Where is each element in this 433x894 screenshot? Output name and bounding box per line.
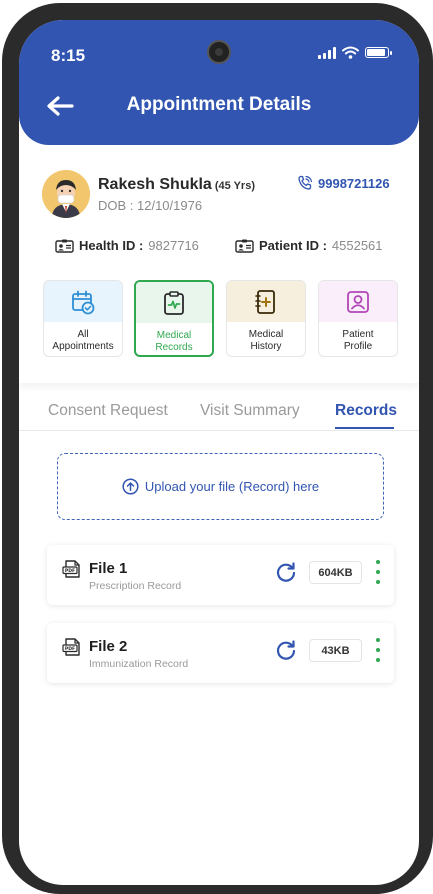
pdf-icon: PDF: [62, 638, 80, 656]
id-card-icon: [235, 239, 254, 253]
wifi-icon: [342, 46, 359, 59]
tab-visit-summary[interactable]: Visit Summary: [200, 402, 300, 420]
patient-id: Patient ID : 4552561: [235, 238, 383, 253]
refresh-icon[interactable]: [275, 639, 297, 661]
page-title: Appointment Details: [126, 94, 312, 115]
tile-medical-records[interactable]: Medical Records: [134, 280, 214, 357]
upload-icon: [122, 478, 139, 495]
patient-id-value: 4552561: [331, 238, 383, 253]
profile-card-icon: [347, 290, 369, 313]
phone-call-icon: [298, 175, 313, 190]
file-name: File 2: [89, 638, 128, 655]
patient-id-label: Patient ID :: [259, 238, 327, 253]
tab-consent-request[interactable]: Consent Request: [48, 402, 168, 420]
tile-all-appointments[interactable]: All Appointments: [43, 280, 123, 357]
file-size: 43KB: [309, 639, 362, 662]
pdf-icon: PDF: [62, 560, 80, 578]
file-row[interactable]: PDF File 1 Prescription Record 604KB: [47, 545, 394, 605]
svg-text:PDF: PDF: [65, 568, 75, 574]
health-id: Health ID : 9827716: [55, 238, 199, 253]
patient-age: (45 Yrs): [214, 180, 255, 192]
more-options-icon[interactable]: [371, 560, 385, 584]
tile-medical-history[interactable]: Medical History: [226, 280, 306, 357]
file-row[interactable]: PDF File 2 Immunization Record 43KB: [47, 623, 394, 683]
call-patient-link[interactable]: 9998721126: [297, 175, 390, 191]
battery-icon: [365, 47, 392, 58]
id-card-icon: [55, 239, 74, 253]
upload-label: Upload your file (Record) here: [144, 479, 320, 494]
phone-screen: 8:15 Appointment Details Rakesh Shukla (…: [19, 20, 419, 885]
phone-number: 9998721126: [318, 175, 390, 191]
file-name: File 1: [89, 560, 128, 577]
medical-book-icon: [255, 289, 275, 314]
status-time: 8:15: [51, 46, 86, 65]
status-icons: [318, 46, 392, 59]
avatar: [42, 170, 90, 218]
patient-name: Rakesh Shukla (45 Yrs): [98, 176, 255, 193]
file-size: 604KB: [309, 561, 362, 584]
active-tab-indicator: [335, 427, 394, 429]
upload-record-button[interactable]: Upload your file (Record) here: [57, 453, 384, 520]
tile-label: Medical History: [248, 329, 284, 352]
refresh-icon[interactable]: [275, 561, 297, 583]
camera-notch: [207, 40, 231, 64]
patient-card: Rakesh Shukla (45 Yrs) DOB : 12/10/1976 9…: [19, 145, 419, 383]
tab-bar: Consent Request Visit Summary Records: [19, 402, 419, 431]
app-header: 8:15 Appointment Details: [19, 20, 419, 145]
phone-frame: 8:15 Appointment Details Rakesh Shukla (…: [2, 3, 433, 894]
tile-label: Medical Records: [155, 330, 193, 353]
tile-patient-profile[interactable]: Patient Profile: [318, 280, 398, 357]
patient-dob: DOB : 12/10/1976: [98, 198, 203, 213]
file-type: Immunization Record: [89, 658, 189, 670]
health-id-label: Health ID :: [79, 238, 144, 253]
more-options-icon[interactable]: [371, 638, 385, 662]
svg-text:PDF: PDF: [65, 646, 75, 652]
tab-records[interactable]: Records: [335, 402, 397, 420]
clipboard-pulse-icon: [164, 290, 184, 315]
calendar-check-icon: [72, 290, 95, 314]
file-type: Prescription Record: [89, 580, 182, 592]
tile-label: Patient Profile: [342, 329, 374, 352]
health-id-value: 9827716: [148, 238, 199, 253]
tile-label: All Appointments: [52, 329, 114, 352]
signal-icon: [318, 46, 336, 59]
